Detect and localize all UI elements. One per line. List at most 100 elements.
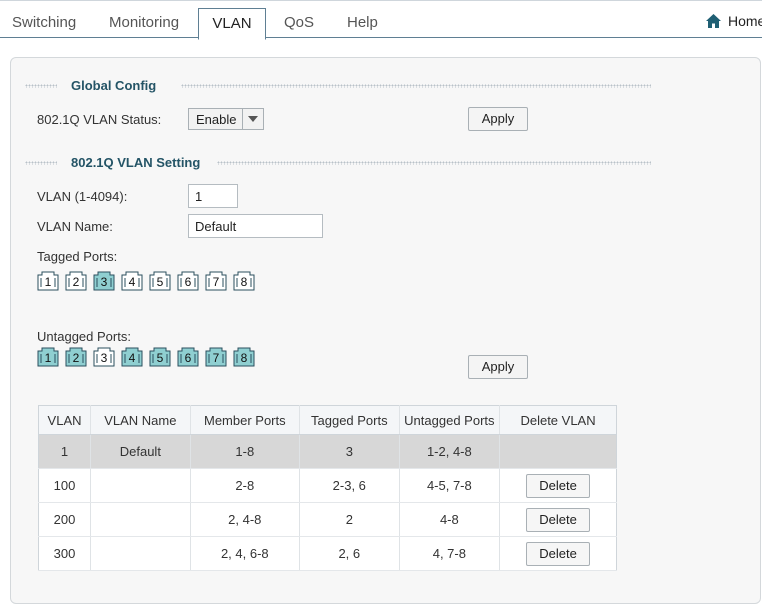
dropdown-arrow — [242, 109, 263, 129]
house-icon — [706, 14, 721, 28]
cell-delete — [499, 434, 617, 469]
tab-qos[interactable]: QoS — [284, 9, 314, 37]
cell-tagged-ports: 3 — [299, 434, 400, 469]
top-navigation: Switching Monitoring VLAN QoS Help Home — [0, 0, 762, 40]
table-row[interactable]: 1 Default 1-8 3 1-2, 4-8 — [38, 434, 617, 469]
cell-vlan-name — [90, 536, 191, 571]
cell-untagged-ports: 4-5, 7-8 — [399, 468, 501, 503]
column-header-untagged-ports: Untagged Ports — [399, 405, 501, 435]
tagged-port-8[interactable]: 8 — [233, 271, 255, 291]
port-number: 8 — [240, 351, 248, 365]
vlan-name-input[interactable] — [188, 214, 323, 238]
delete-button[interactable]: Delete — [526, 507, 591, 532]
global-apply-button[interactable]: Apply — [468, 107, 528, 131]
global-config-header: Global Config — [25, 78, 651, 94]
vlan-id-input[interactable] — [188, 184, 238, 208]
cell-delete: Delete — [499, 502, 617, 537]
port-number: 2 — [72, 275, 80, 289]
untagged-port-3[interactable]: 3 — [93, 347, 115, 367]
delete-button[interactable]: Delete — [526, 541, 591, 566]
home-label: Home — [728, 13, 762, 29]
header-divider — [25, 84, 57, 88]
port-number: 1 — [44, 351, 52, 365]
port-number: 6 — [184, 351, 192, 365]
untagged-port-4[interactable]: 4 — [121, 347, 143, 367]
cell-vlan-name — [90, 502, 191, 537]
untagged-port-5[interactable]: 5 — [149, 347, 171, 367]
cell-member-ports: 2, 4, 6-8 — [190, 536, 300, 571]
port-number: 7 — [212, 275, 220, 289]
tagged-port-1[interactable]: 1 — [37, 271, 59, 291]
cell-tagged-ports: 2-3, 6 — [299, 468, 400, 503]
vlan-setting-title: 802.1Q VLAN Setting — [71, 155, 201, 170]
port-number: 3 — [100, 351, 108, 365]
vlan-name-label: VLAN Name: — [37, 219, 113, 234]
cell-untagged-ports: 1-2, 4-8 — [399, 434, 501, 469]
port-number: 7 — [212, 351, 220, 365]
vlan-apply-button[interactable]: Apply — [468, 355, 528, 379]
column-header-delete-vlan: Delete VLAN — [499, 405, 617, 435]
vlan-status-label: 802.1Q VLAN Status: — [37, 112, 162, 127]
port-number: 4 — [128, 351, 136, 365]
cell-vlan: 300 — [38, 536, 92, 571]
tab-switching[interactable]: Switching — [12, 9, 76, 37]
port-number: 5 — [156, 275, 164, 289]
tab-baseline — [0, 37, 762, 38]
cell-vlan: 200 — [38, 502, 92, 537]
table-row[interactable]: 300 2, 4, 6-8 2, 6 4, 7-8 Delete — [38, 536, 617, 571]
cell-delete: Delete — [499, 468, 617, 503]
vlan-config-panel: Global Config 802.1Q VLAN Status: Enable… — [10, 57, 761, 604]
cell-member-ports: 1-8 — [190, 434, 300, 469]
header-divider — [181, 84, 651, 88]
port-number: 3 — [100, 275, 108, 289]
cell-tagged-ports: 2 — [299, 502, 400, 537]
port-number: 8 — [240, 275, 248, 289]
tagged-ports-group: 1 2 3 4 5 6 7 8 — [37, 271, 267, 291]
home-link[interactable]: Home — [705, 10, 762, 32]
cell-tagged-ports: 2, 6 — [299, 536, 400, 571]
untagged-port-2[interactable]: 2 — [65, 347, 87, 367]
vlan-status-value: Enable — [196, 112, 237, 127]
chevron-down-icon — [248, 116, 258, 122]
cell-vlan: 100 — [38, 468, 92, 503]
tagged-port-7[interactable]: 7 — [205, 271, 227, 291]
header-divider — [25, 161, 57, 165]
cell-untagged-ports: 4-8 — [399, 502, 501, 537]
untagged-port-7[interactable]: 7 — [205, 347, 227, 367]
global-config-title: Global Config — [71, 78, 157, 93]
port-number: 4 — [128, 275, 136, 289]
vlan-setting-header: 802.1Q VLAN Setting — [25, 155, 651, 171]
tagged-port-2[interactable]: 2 — [65, 271, 87, 291]
column-header-vlan: VLAN — [38, 405, 92, 435]
header-divider — [217, 161, 651, 165]
cell-member-ports: 2, 4-8 — [190, 502, 300, 537]
untagged-port-8[interactable]: 8 — [233, 347, 255, 367]
column-header-member-ports: Member Ports — [190, 405, 300, 435]
vlan-status-select[interactable]: Enable — [188, 108, 264, 130]
tagged-port-6[interactable]: 6 — [177, 271, 199, 291]
delete-button[interactable]: Delete — [526, 473, 591, 498]
table-row[interactable]: 200 2, 4-8 2 4-8 Delete — [38, 502, 617, 537]
cell-vlan: 1 — [38, 434, 92, 469]
tab-help[interactable]: Help — [347, 9, 378, 37]
tab-monitoring[interactable]: Monitoring — [109, 9, 179, 37]
tagged-port-4[interactable]: 4 — [121, 271, 143, 291]
port-number: 2 — [72, 351, 80, 365]
cell-member-ports: 2-8 — [190, 468, 300, 503]
tab-vlan[interactable]: VLAN — [198, 8, 266, 40]
tagged-port-5[interactable]: 5 — [149, 271, 171, 291]
cell-vlan-name: Default — [90, 434, 191, 469]
vlan-table: VLAN VLAN Name Member Ports Tagged Ports… — [38, 405, 617, 571]
cell-delete: Delete — [499, 536, 617, 571]
column-header-tagged-ports: Tagged Ports — [299, 405, 400, 435]
untagged-ports-group: 1 2 3 4 5 6 7 8 — [37, 347, 267, 367]
tagged-port-3[interactable]: 3 — [93, 271, 115, 291]
vlan-id-label: VLAN (1-4094): — [37, 189, 128, 204]
tagged-ports-label: Tagged Ports: — [37, 249, 118, 264]
untagged-ports-label: Untagged Ports: — [37, 329, 131, 344]
port-number: 5 — [156, 351, 164, 365]
table-row[interactable]: 100 2-8 2-3, 6 4-5, 7-8 Delete — [38, 468, 617, 503]
untagged-port-1[interactable]: 1 — [37, 347, 59, 367]
untagged-port-6[interactable]: 6 — [177, 347, 199, 367]
column-header-vlan-name: VLAN Name — [90, 405, 191, 435]
